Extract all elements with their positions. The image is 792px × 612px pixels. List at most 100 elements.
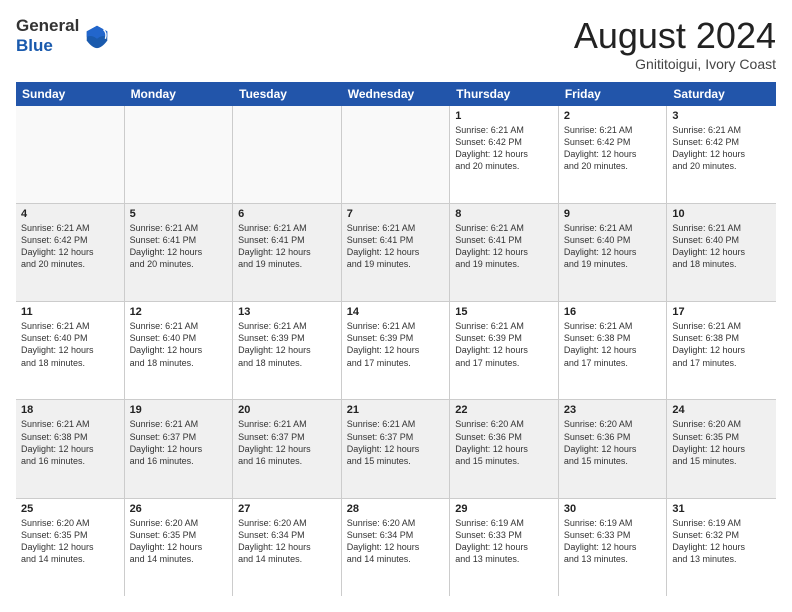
calendar-header-cell: Tuesday xyxy=(233,82,342,106)
day-number: 6 xyxy=(238,208,336,220)
calendar-cell: 9 Sunrise: 6:21 AM Sunset: 6:40 PM Daylig… xyxy=(559,204,668,301)
calendar: SundayMondayTuesdayWednesdayThursdayFrid… xyxy=(16,82,776,596)
day-number: 24 xyxy=(672,404,771,416)
day-number: 16 xyxy=(564,306,662,318)
day-number: 17 xyxy=(672,306,771,318)
day-number: 20 xyxy=(238,404,336,416)
calendar-cell: 16 Sunrise: 6:21 AM Sunset: 6:38 PM Dayli… xyxy=(559,302,668,399)
calendar-cell: 2 Sunrise: 6:21 AM Sunset: 6:42 PM Daylig… xyxy=(559,106,668,203)
calendar-row: 18 Sunrise: 6:21 AM Sunset: 6:38 PM Dayli… xyxy=(16,400,776,498)
calendar-cell: 21Sunrise: 6:21 AM Sunset: 6:37 PM Dayli… xyxy=(342,400,451,497)
day-number: 19 xyxy=(130,404,228,416)
calendar-header-cell: Saturday xyxy=(667,82,776,106)
calendar-body: 1 Sunrise: 6:21 AM Sunset: 6:42 PM Daylig… xyxy=(16,106,776,596)
cell-info: Sunrise: 6:21 AM Sunset: 6:39 PM Dayligh… xyxy=(455,320,553,369)
calendar-cell: 12Sunrise: 6:21 AM Sunset: 6:40 PM Dayli… xyxy=(125,302,234,399)
calendar-cell: 13 Sunrise: 6:21 AM Sunset: 6:39 PM Dayli… xyxy=(233,302,342,399)
day-number: 25 xyxy=(21,503,119,515)
month-year-title: August 2024 xyxy=(574,16,776,56)
calendar-cell: 17 Sunrise: 6:21 AM Sunset: 6:38 PM Dayli… xyxy=(667,302,776,399)
calendar-cell: 10 Sunrise: 6:21 AM Sunset: 6:40 PM Dayli… xyxy=(667,204,776,301)
calendar-cell: 3 Sunrise: 6:21 AM Sunset: 6:42 PM Daylig… xyxy=(667,106,776,203)
day-number: 15 xyxy=(455,306,553,318)
day-number: 26 xyxy=(130,503,228,515)
cell-info: Sunrise: 6:21 AM Sunset: 6:37 PM Dayligh… xyxy=(238,418,336,467)
day-number: 2 xyxy=(564,110,662,122)
cell-info: Sunrise: 6:20 AM Sunset: 6:34 PM Dayligh… xyxy=(238,517,336,566)
calendar-header: SundayMondayTuesdayWednesdayThursdayFrid… xyxy=(16,82,776,106)
logo-general: General xyxy=(16,16,79,36)
calendar-header-cell: Wednesday xyxy=(342,82,451,106)
calendar-cell: 30 Sunrise: 6:19 AM Sunset: 6:33 PM Dayli… xyxy=(559,499,668,596)
day-number: 8 xyxy=(455,208,553,220)
cell-info: Sunrise: 6:21 AM Sunset: 6:40 PM Dayligh… xyxy=(21,320,119,369)
cell-info: Sunrise: 6:21 AM Sunset: 6:40 PM Dayligh… xyxy=(672,222,771,271)
cell-info: Sunrise: 6:21 AM Sunset: 6:38 PM Dayligh… xyxy=(672,320,771,369)
day-number: 31 xyxy=(672,503,771,515)
cell-info: Sunrise: 6:21 AM Sunset: 6:42 PM Dayligh… xyxy=(564,124,662,173)
cell-info: Sunrise: 6:21 AM Sunset: 6:38 PM Dayligh… xyxy=(564,320,662,369)
day-number: 28 xyxy=(347,503,445,515)
calendar-cell xyxy=(233,106,342,203)
cell-info: Sunrise: 6:21 AM Sunset: 6:40 PM Dayligh… xyxy=(564,222,662,271)
calendar-cell xyxy=(342,106,451,203)
calendar-cell: 24 Sunrise: 6:20 AM Sunset: 6:35 PM Dayli… xyxy=(667,400,776,497)
cell-info: Sunrise: 6:20 AM Sunset: 6:35 PM Dayligh… xyxy=(672,418,771,467)
calendar-header-cell: Sunday xyxy=(16,82,125,106)
calendar-row: 25 Sunrise: 6:20 AM Sunset: 6:35 PM Dayli… xyxy=(16,499,776,596)
cell-info: Sunrise: 6:21 AM Sunset: 6:41 PM Dayligh… xyxy=(455,222,553,271)
day-number: 21 xyxy=(347,404,445,416)
day-number: 11 xyxy=(21,306,119,318)
calendar-cell: 22Sunrise: 6:20 AM Sunset: 6:36 PM Dayli… xyxy=(450,400,559,497)
header: General Blue August 2024 Gnititoigui, Iv… xyxy=(16,16,776,72)
day-number: 3 xyxy=(672,110,771,122)
cell-info: Sunrise: 6:20 AM Sunset: 6:34 PM Dayligh… xyxy=(347,517,445,566)
calendar-cell: 6Sunrise: 6:21 AM Sunset: 6:41 PM Daylig… xyxy=(233,204,342,301)
cell-info: Sunrise: 6:21 AM Sunset: 6:39 PM Dayligh… xyxy=(347,320,445,369)
calendar-row: 1 Sunrise: 6:21 AM Sunset: 6:42 PM Daylig… xyxy=(16,106,776,204)
cell-info: Sunrise: 6:19 AM Sunset: 6:33 PM Dayligh… xyxy=(564,517,662,566)
cell-info: Sunrise: 6:19 AM Sunset: 6:32 PM Dayligh… xyxy=(672,517,771,566)
calendar-cell: 31 Sunrise: 6:19 AM Sunset: 6:32 PM Dayli… xyxy=(667,499,776,596)
cell-info: Sunrise: 6:21 AM Sunset: 6:41 PM Dayligh… xyxy=(130,222,228,271)
cell-info: Sunrise: 6:21 AM Sunset: 6:42 PM Dayligh… xyxy=(672,124,771,173)
day-number: 27 xyxy=(238,503,336,515)
cell-info: Sunrise: 6:21 AM Sunset: 6:37 PM Dayligh… xyxy=(130,418,228,467)
cell-info: Sunrise: 6:21 AM Sunset: 6:42 PM Dayligh… xyxy=(455,124,553,173)
day-number: 22 xyxy=(455,404,553,416)
calendar-cell: 5Sunrise: 6:21 AM Sunset: 6:41 PM Daylig… xyxy=(125,204,234,301)
day-number: 30 xyxy=(564,503,662,515)
cell-info: Sunrise: 6:19 AM Sunset: 6:33 PM Dayligh… xyxy=(455,517,553,566)
calendar-cell: 25Sunrise: 6:20 AM Sunset: 6:35 PM Dayli… xyxy=(16,499,125,596)
day-number: 7 xyxy=(347,208,445,220)
calendar-cell: 4 Sunrise: 6:21 AM Sunset: 6:42 PM Daylig… xyxy=(16,204,125,301)
day-number: 10 xyxy=(672,208,771,220)
day-number: 1 xyxy=(455,110,553,122)
calendar-cell: 26 Sunrise: 6:20 AM Sunset: 6:35 PM Dayli… xyxy=(125,499,234,596)
calendar-cell: 23Sunrise: 6:20 AM Sunset: 6:36 PM Dayli… xyxy=(559,400,668,497)
cell-info: Sunrise: 6:21 AM Sunset: 6:38 PM Dayligh… xyxy=(21,418,119,467)
day-number: 14 xyxy=(347,306,445,318)
day-number: 13 xyxy=(238,306,336,318)
cell-info: Sunrise: 6:21 AM Sunset: 6:42 PM Dayligh… xyxy=(21,222,119,271)
calendar-cell: 14 Sunrise: 6:21 AM Sunset: 6:39 PM Dayli… xyxy=(342,302,451,399)
calendar-cell: 20 Sunrise: 6:21 AM Sunset: 6:37 PM Dayli… xyxy=(233,400,342,497)
calendar-row: 4 Sunrise: 6:21 AM Sunset: 6:42 PM Daylig… xyxy=(16,204,776,302)
cell-info: Sunrise: 6:21 AM Sunset: 6:39 PM Dayligh… xyxy=(238,320,336,369)
location-subtitle: Gnititoigui, Ivory Coast xyxy=(574,56,776,72)
cell-info: Sunrise: 6:20 AM Sunset: 6:35 PM Dayligh… xyxy=(130,517,228,566)
calendar-cell: 19 Sunrise: 6:21 AM Sunset: 6:37 PM Dayli… xyxy=(125,400,234,497)
day-number: 12 xyxy=(130,306,228,318)
calendar-cell: 8 Sunrise: 6:21 AM Sunset: 6:41 PM Daylig… xyxy=(450,204,559,301)
calendar-cell: 11 Sunrise: 6:21 AM Sunset: 6:40 PM Dayli… xyxy=(16,302,125,399)
day-number: 18 xyxy=(21,404,119,416)
day-number: 9 xyxy=(564,208,662,220)
day-number: 4 xyxy=(21,208,119,220)
calendar-header-cell: Friday xyxy=(559,82,668,106)
cell-info: Sunrise: 6:21 AM Sunset: 6:41 PM Dayligh… xyxy=(347,222,445,271)
calendar-header-cell: Thursday xyxy=(450,82,559,106)
page: General Blue August 2024 Gnititoigui, Iv… xyxy=(0,0,792,612)
calendar-cell: 7 Sunrise: 6:21 AM Sunset: 6:41 PM Daylig… xyxy=(342,204,451,301)
calendar-cell: 18 Sunrise: 6:21 AM Sunset: 6:38 PM Dayli… xyxy=(16,400,125,497)
logo: General Blue xyxy=(16,16,111,56)
